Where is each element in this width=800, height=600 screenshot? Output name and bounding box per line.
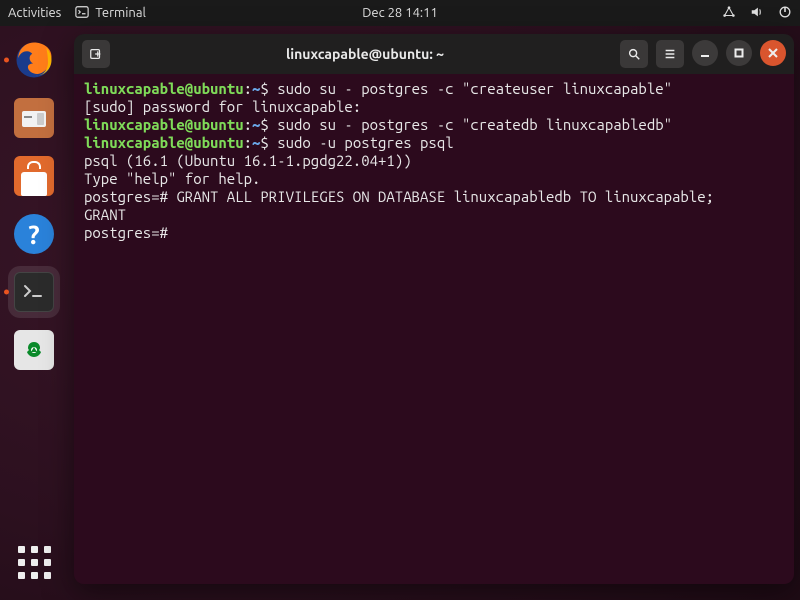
search-button[interactable] [620,40,648,68]
window-title: linuxcapable@ubuntu: ~ [118,46,612,62]
terminal-window: linuxcapable@ubuntu: ~ linuxcapable@ubun… [74,34,794,584]
new-tab-icon [89,47,103,61]
terminal-line: Type "help" for help. [84,170,784,188]
dock: ? [0,26,68,600]
active-app-label: Terminal [95,6,146,20]
dock-trash[interactable] [8,324,60,376]
show-applications-button[interactable] [8,536,60,588]
clock[interactable]: Dec 28 14:11 [362,6,438,20]
trash-icon [14,330,54,370]
menu-button[interactable] [656,40,684,68]
dock-files[interactable] [8,92,60,144]
datetime-label: Dec 28 14:11 [362,6,438,20]
help-icon: ? [14,214,54,254]
terminal-line: linuxcapable@ubuntu:~$ sudo -u postgres … [84,134,784,152]
minimize-icon [700,48,710,58]
terminal-icon [14,272,54,312]
maximize-icon [734,48,744,58]
terminal-output[interactable]: linuxcapable@ubuntu:~$ sudo su - postgre… [74,74,794,584]
hamburger-icon [663,47,677,61]
terminal-line: linuxcapable@ubuntu:~$ sudo su - postgre… [84,116,784,134]
files-icon [14,98,54,138]
dock-firefox[interactable] [8,34,60,86]
activities-button[interactable]: Activities [8,6,61,20]
minimize-button[interactable] [692,40,718,66]
network-icon[interactable] [722,5,736,22]
terminal-indicator-icon [75,5,89,22]
terminal-line: psql (16.1 (Ubuntu 16.1-1.pgdg22.04+1)) [84,152,784,170]
firefox-icon [13,39,55,81]
close-icon [768,48,778,58]
maximize-button[interactable] [726,40,752,66]
terminal-line: [sudo] password for linuxcapable: [84,98,784,116]
active-app-indicator[interactable]: Terminal [75,5,146,22]
dock-software[interactable] [8,150,60,202]
software-icon [14,156,54,196]
running-indicator-icon [4,58,9,63]
terminal-line: postgres=# [84,224,784,242]
close-button[interactable] [760,40,786,66]
dock-terminal[interactable] [8,266,60,318]
activities-label: Activities [8,6,61,20]
dock-help[interactable]: ? [8,208,60,260]
search-icon [627,47,641,61]
running-indicator-icon [4,290,9,295]
terminal-line: postgres=# GRANT ALL PRIVILEGES ON DATAB… [84,188,784,206]
new-tab-button[interactable] [82,40,110,68]
terminal-line: linuxcapable@ubuntu:~$ sudo su - postgre… [84,80,784,98]
volume-icon[interactable] [750,5,764,22]
terminal-line: GRANT [84,206,784,224]
power-icon[interactable] [778,5,792,22]
titlebar[interactable]: linuxcapable@ubuntu: ~ [74,34,794,74]
top-bar: Activities Terminal Dec 28 14:11 [0,0,800,26]
